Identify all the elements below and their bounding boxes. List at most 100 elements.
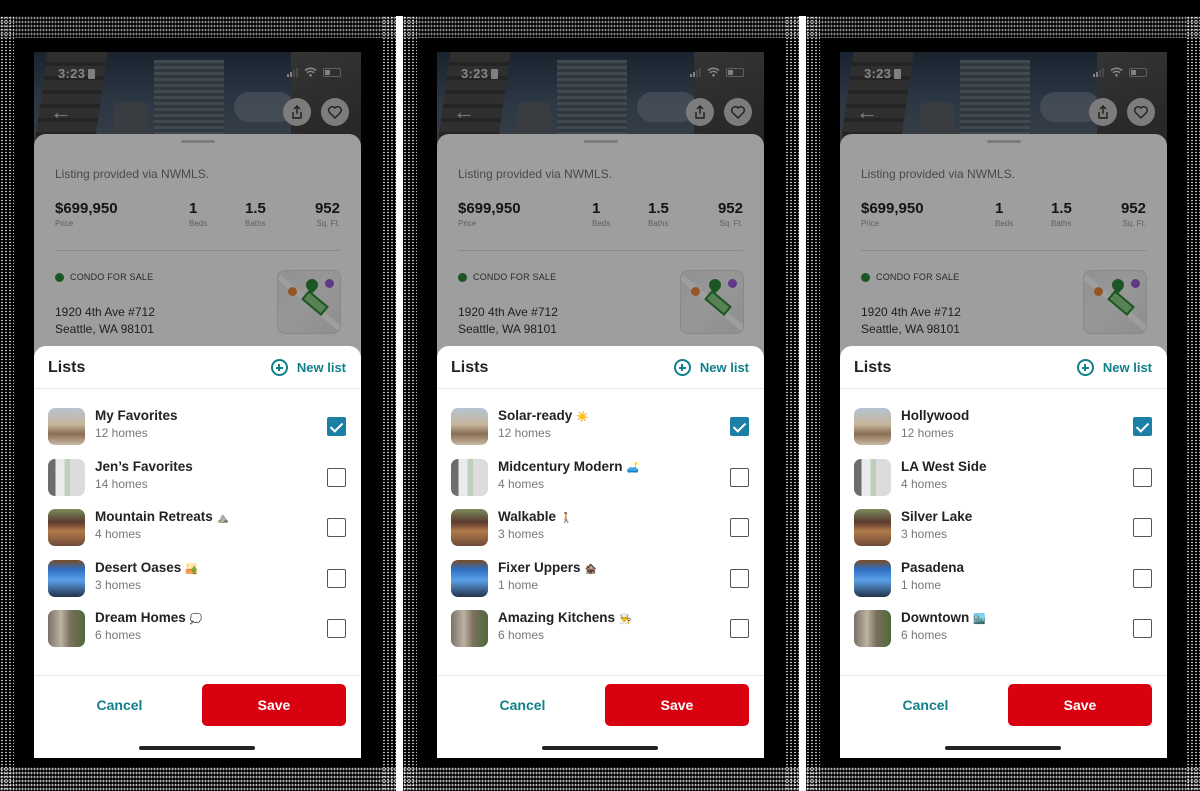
list-thumbnail xyxy=(48,559,85,597)
list-emoji-icon: 🏙️ xyxy=(973,614,986,625)
list-items: My Favorites 12 homes Jen’s Favorites 14 ho… xyxy=(34,404,361,657)
list-checkbox[interactable] xyxy=(327,467,346,487)
list-name-text: Dream Homes xyxy=(95,610,186,625)
list-name-text: Downtown xyxy=(901,610,970,625)
list-name-text: My Favorites xyxy=(95,408,178,423)
list-name: Amazing Kitchens 👨‍🍳 xyxy=(498,610,631,625)
list-item[interactable]: Walkable 🚶 3 homes xyxy=(437,505,764,556)
list-item[interactable]: Silver Lake 3 homes xyxy=(840,505,1167,556)
home-indicator xyxy=(139,746,255,750)
list-thumbnail xyxy=(451,458,488,496)
save-button[interactable]: Save xyxy=(202,684,346,726)
list-emoji-icon: ⛰️ xyxy=(216,513,230,524)
list-checkbox[interactable] xyxy=(327,568,346,588)
list-items: Solar-ready ☀️ 12 homes Midcentury Modern 🛋️… xyxy=(437,404,764,657)
new-list-button[interactable]: New list xyxy=(270,359,346,376)
list-item[interactable]: LA West Side 4 homes xyxy=(840,455,1167,506)
list-checkbox[interactable] xyxy=(730,568,749,588)
list-count: 6 homes xyxy=(901,628,948,642)
list-thumbnail xyxy=(854,610,891,647)
list-item[interactable]: Solar-ready ☀️ 12 homes xyxy=(437,404,764,455)
list-item[interactable]: My Favorites 12 homes xyxy=(34,404,361,455)
list-name: Desert Oases 🏜️ xyxy=(95,560,198,575)
cancel-button[interactable]: Cancel xyxy=(457,684,588,726)
plus-circle-icon xyxy=(1076,359,1094,376)
list-item[interactable]: Jen’s Favorites 14 homes xyxy=(34,455,361,506)
list-name-text: Walkable xyxy=(498,509,557,524)
lists-sheet: Lists New list Solar-ready ☀️ 12 homes Midc… xyxy=(437,346,764,758)
save-button[interactable]: Save xyxy=(605,684,749,726)
list-emoji-icon: 🚶 xyxy=(560,513,573,524)
list-item[interactable]: Dream Homes 💭 6 homes xyxy=(34,606,361,657)
sheet-title: Lists xyxy=(854,359,892,376)
sheet-header: Lists New list xyxy=(840,346,1167,389)
list-name: Jen’s Favorites xyxy=(95,459,197,474)
sheet-header: Lists New list xyxy=(437,346,764,389)
list-count: 12 homes xyxy=(901,426,954,440)
list-item[interactable]: Hollywood 12 homes xyxy=(840,404,1167,455)
list-name: Pasadena xyxy=(901,560,968,575)
list-name: Fixer Uppers 🏚️ xyxy=(498,560,597,575)
list-count: 6 homes xyxy=(95,628,142,642)
list-checkbox[interactable] xyxy=(730,619,749,638)
list-items: Hollywood 12 homes LA West Side 4 homes Silv… xyxy=(840,404,1167,657)
plus-circle-icon xyxy=(270,359,288,376)
list-count: 1 home xyxy=(498,577,539,592)
list-item[interactable]: Mountain Retreats ⛰️ 4 homes xyxy=(34,505,361,556)
list-name: Walkable 🚶 xyxy=(498,509,572,524)
list-thumbnail xyxy=(854,509,891,546)
list-item[interactable]: Fixer Uppers 🏚️ 1 home xyxy=(437,556,764,607)
list-checkbox[interactable] xyxy=(1133,619,1152,638)
list-name-text: Silver Lake xyxy=(901,509,973,524)
sheet-footer: Cancel Save xyxy=(34,675,361,758)
list-name-text: Fixer Uppers xyxy=(498,559,581,575)
home-indicator xyxy=(945,746,1061,750)
phone-screen-3: 3:23 ← Listing provided via NWMLS. $699,… xyxy=(840,52,1167,758)
list-emoji-icon: 🏜️ xyxy=(185,563,198,575)
list-name: Dream Homes 💭 xyxy=(95,610,202,625)
plus-circle-icon xyxy=(673,359,691,376)
list-emoji-icon: ☀️ xyxy=(576,412,589,423)
list-name: Mountain Retreats ⛰️ xyxy=(95,509,229,524)
list-checkbox[interactable] xyxy=(1133,467,1152,487)
list-count: 3 homes xyxy=(901,527,948,541)
list-checkbox[interactable] xyxy=(730,518,749,537)
sheet-footer: Cancel Save xyxy=(840,675,1167,758)
list-thumbnail xyxy=(451,559,488,597)
list-name-text: Midcentury Modern xyxy=(498,458,623,474)
new-list-button[interactable]: New list xyxy=(673,359,749,376)
list-name-text: Jen’s Favorites xyxy=(95,458,193,474)
list-checkbox[interactable] xyxy=(1133,417,1152,436)
list-item[interactable]: Midcentury Modern 🛋️ 4 homes xyxy=(437,455,764,506)
list-item[interactable]: Desert Oases 🏜️ 3 homes xyxy=(34,556,361,607)
list-item[interactable]: Amazing Kitchens 👨‍🍳 6 homes xyxy=(437,606,764,657)
list-emoji-icon: 💭 xyxy=(189,614,203,625)
list-checkbox[interactable] xyxy=(1133,568,1152,588)
list-checkbox[interactable] xyxy=(327,417,346,436)
list-checkbox[interactable] xyxy=(327,619,346,638)
list-emoji-icon: 🛋️ xyxy=(626,462,639,474)
list-checkbox[interactable] xyxy=(730,467,749,487)
list-checkbox[interactable] xyxy=(1133,518,1152,537)
list-thumbnail xyxy=(48,458,85,496)
list-thumbnail xyxy=(854,408,891,445)
list-item[interactable]: Downtown 🏙️ 6 homes xyxy=(840,606,1167,657)
save-button[interactable]: Save xyxy=(1008,684,1152,726)
list-checkbox[interactable] xyxy=(327,518,346,537)
list-name-text: Amazing Kitchens xyxy=(498,610,616,625)
list-thumbnail xyxy=(48,509,85,546)
list-name: Midcentury Modern 🛋️ xyxy=(498,459,639,474)
list-count: 6 homes xyxy=(498,628,545,642)
new-list-button[interactable]: New list xyxy=(1076,359,1152,376)
list-thumbnail xyxy=(854,559,891,597)
cancel-button[interactable]: Cancel xyxy=(860,684,991,726)
sheet-header: Lists New list xyxy=(34,346,361,389)
list-item[interactable]: Pasadena 1 home xyxy=(840,556,1167,607)
list-count: 12 homes xyxy=(95,426,148,440)
home-indicator xyxy=(542,746,658,750)
list-name-text: Desert Oases xyxy=(95,559,182,575)
cancel-button[interactable]: Cancel xyxy=(54,684,185,726)
list-checkbox[interactable] xyxy=(730,417,749,436)
list-emoji-icon: 🏚️ xyxy=(584,563,597,575)
new-list-label: New list xyxy=(699,360,749,375)
